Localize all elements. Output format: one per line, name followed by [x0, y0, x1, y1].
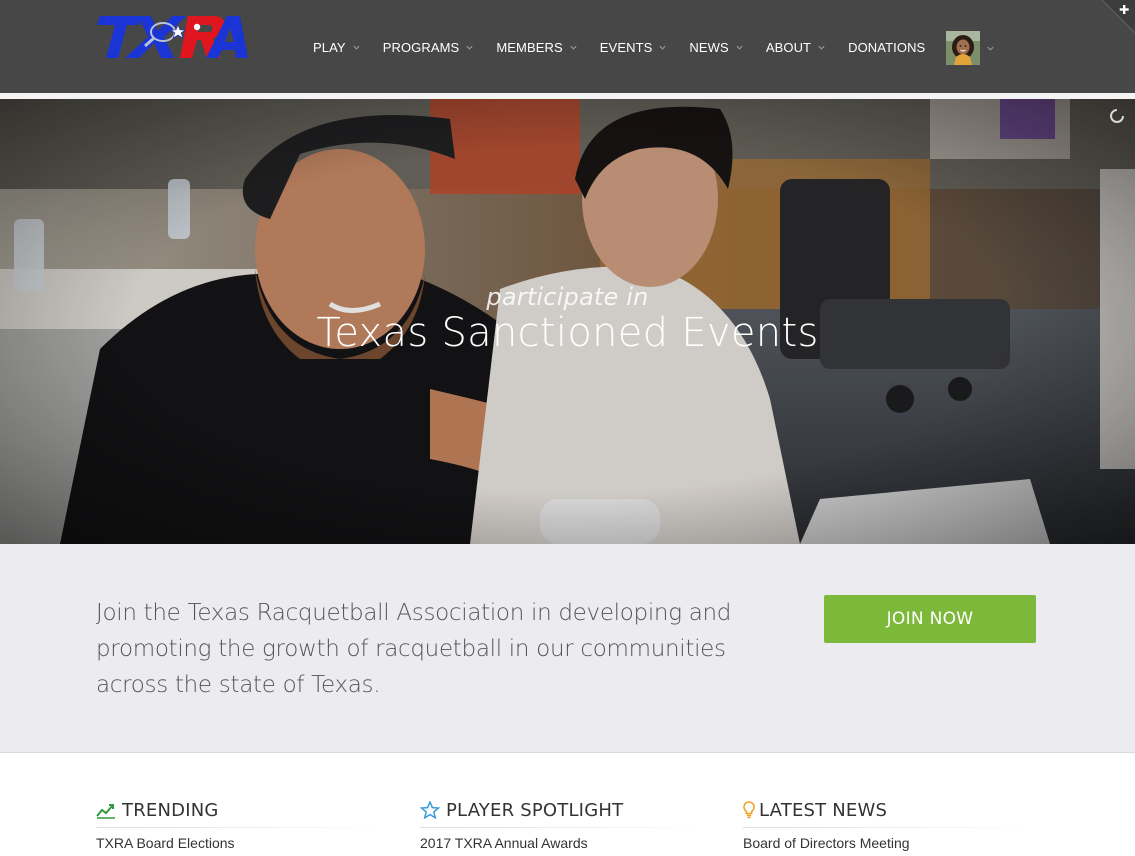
txra-logo-mark [97, 16, 248, 58]
nav-item-label: PLAY [313, 39, 346, 55]
latest-news-link[interactable]: Board of Directors Meeting [743, 835, 1033, 851]
nav-item-about[interactable]: ABOUT [755, 30, 837, 64]
chevron-down-icon [735, 43, 744, 52]
column-header: PLAYER SPOTLIGHT [420, 798, 710, 822]
nav-item-label: NEWS [689, 39, 729, 55]
nav-item-label: PROGRAMS [382, 39, 460, 55]
feature-columns: TRENDING TXRA Board Elections PLAYER SPO… [0, 754, 1135, 856]
main-navigation: PLAY PROGRAMS MEMBERS EVENTS NEWS ABOUT … [302, 30, 936, 64]
site-header: PLAY PROGRAMS MEMBERS EVENTS NEWS ABOUT … [0, 0, 1135, 93]
txra-logo[interactable] [96, 12, 256, 62]
chevron-down-icon [658, 43, 667, 52]
join-section: Join the Texas Racquetball Association i… [0, 544, 1135, 753]
chevron-down-icon [465, 43, 474, 52]
lightbulb-icon [743, 801, 755, 819]
join-description: Join the Texas Racquetball Association i… [96, 600, 732, 698]
hero-title: Texas Sanctioned Events [316, 310, 819, 356]
column-header: TRENDING [96, 798, 386, 822]
nav-item-label: MEMBERS [496, 39, 563, 55]
trending-link[interactable]: TXRA Board Elections [96, 835, 386, 851]
hero-kicker: participate in [486, 283, 649, 311]
chevron-down-icon [569, 43, 578, 52]
player-spotlight-column: PLAYER SPOTLIGHT 2017 TXRA Annual Awards [420, 798, 710, 851]
divider [743, 827, 1033, 828]
nav-item-news[interactable]: NEWS [678, 30, 754, 64]
line-chart-icon [96, 801, 116, 819]
column-title: TRENDING [122, 799, 219, 821]
chevron-down-icon [817, 43, 826, 52]
join-now-button[interactable]: JOIN NOW [824, 595, 1036, 643]
spinner-icon [1109, 108, 1125, 124]
column-title: LATEST NEWS [759, 799, 888, 821]
divider [420, 827, 710, 828]
nav-item-events[interactable]: EVENTS [589, 30, 679, 64]
star-icon [420, 801, 440, 819]
chevron-down-icon [352, 43, 361, 52]
avatar[interactable] [946, 31, 980, 65]
chevron-down-icon [986, 44, 995, 53]
nav-item-label: EVENTS [599, 39, 653, 55]
player-spotlight-link[interactable]: 2017 TXRA Annual Awards [420, 835, 710, 851]
nav-item-donations[interactable]: DONATIONS [837, 30, 936, 64]
column-header: LATEST NEWS [743, 798, 1033, 822]
nav-item-play[interactable]: PLAY [302, 30, 372, 64]
trending-column: TRENDING TXRA Board Elections [96, 798, 386, 851]
divider [96, 827, 386, 828]
nav-item-label: DONATIONS [848, 39, 926, 55]
nav-item-programs[interactable]: PROGRAMS [372, 30, 486, 64]
column-title: PLAYER SPOTLIGHT [446, 799, 624, 821]
hero-banner: participate in Texas Sanctioned Events [0, 99, 1135, 544]
latest-news-column: LATEST NEWS Board of Directors Meeting [743, 798, 1033, 851]
plus-icon[interactable] [1101, 0, 1135, 34]
nav-item-label: ABOUT [765, 39, 812, 55]
nav-item-members[interactable]: MEMBERS [485, 30, 588, 64]
user-menu[interactable] [946, 31, 995, 65]
